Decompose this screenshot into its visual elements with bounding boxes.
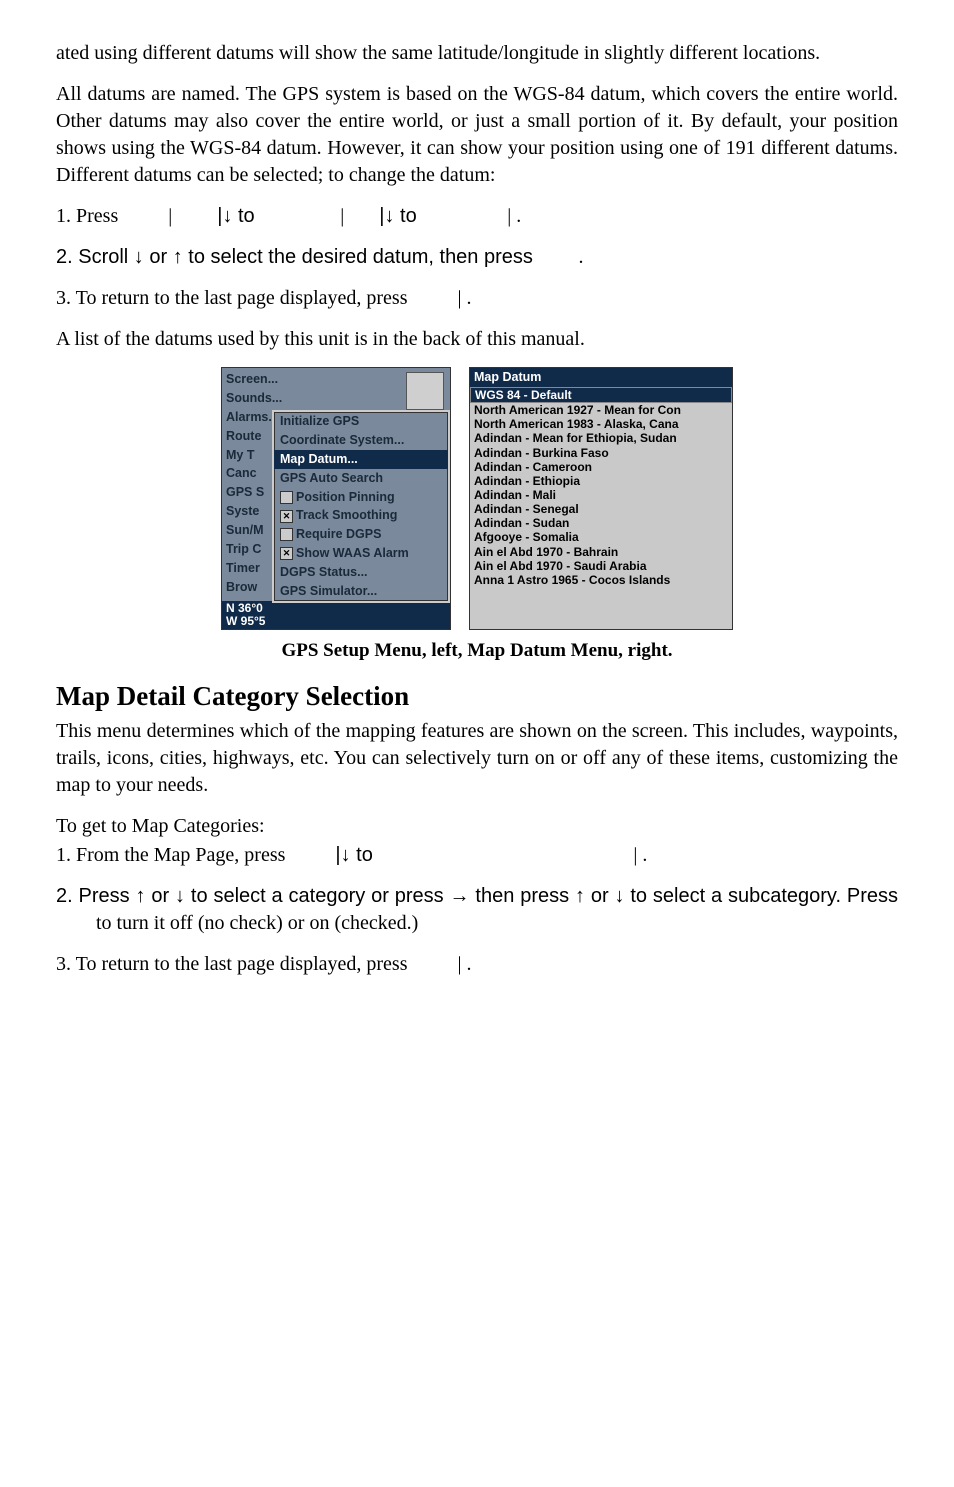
datum-list[interactable]: WGS 84 - Default North American 1927 - M… — [470, 387, 732, 629]
step-2b: 2. Press ↑ or ↓ to select a category or … — [56, 883, 898, 937]
text: |↓ to — [379, 205, 422, 227]
paragraph: ated using different datums will show th… — [56, 40, 898, 67]
step-1: 1. Press | |↓ to | |↓ to | . — [56, 203, 898, 230]
text: 2. Scroll ↓ or ↑ to select the desired d… — [56, 246, 538, 268]
map-thumbnail-icon — [406, 372, 444, 410]
text: | — [340, 205, 344, 227]
list-item[interactable]: Ain el Abd 1970 - Bahrain — [470, 545, 732, 559]
list-item[interactable]: Anna 1 Astro 1965 - Cocos Islands — [470, 573, 732, 587]
submenu-item[interactable]: ✕Track Smoothing — [274, 506, 448, 525]
coord-n: N 36°0 — [226, 602, 446, 615]
text: . — [578, 246, 583, 268]
text: 1. From the Map Page, press — [56, 844, 290, 866]
checkbox-icon[interactable] — [280, 491, 293, 504]
list-item[interactable]: Adindan - Mean for Ethiopia, Sudan — [470, 431, 732, 445]
paragraph: To get to Map Categories: — [56, 813, 898, 840]
list-item-selected[interactable]: WGS 84 - Default — [470, 387, 732, 403]
text: | . — [507, 205, 521, 227]
text: |↓ to — [217, 205, 260, 227]
submenu-item[interactable]: DGPS Status... — [274, 563, 448, 582]
text: | . — [457, 953, 471, 975]
gps-submenu: Initialize GPS Coordinate System... Map … — [272, 410, 450, 603]
step-3b: 3. To return to the last page displayed,… — [56, 951, 898, 978]
list-item[interactable]: North American 1983 - Alaska, Cana — [470, 417, 732, 431]
text: to turn it off (no check) or on (checked… — [96, 912, 418, 934]
text: 2. Press ↑ or ↓ to select a category or … — [56, 885, 898, 907]
checkbox-icon[interactable]: ✕ — [280, 510, 293, 523]
paragraph: All datums are named. The GPS system is … — [56, 81, 898, 189]
label: Position Pinning — [296, 490, 395, 504]
label: Require DGPS — [296, 527, 381, 541]
list-item[interactable]: Adindan - Ethiopia — [470, 474, 732, 488]
status-bar: N 36°0 W 95°5 — [222, 601, 450, 629]
step-3: 3. To return to the last page displayed,… — [56, 285, 898, 312]
step-1b: 1. From the Map Page, press |↓ to | . — [56, 842, 898, 869]
list-item[interactable]: Adindan - Burkina Faso — [470, 446, 732, 460]
submenu-item[interactable]: GPS Auto Search — [274, 469, 448, 488]
text: | — [168, 205, 172, 227]
checkbox-icon[interactable] — [280, 528, 293, 541]
submenu-item[interactable]: Coordinate System... — [274, 431, 448, 450]
label: Track Smoothing — [296, 508, 397, 522]
text: 3. To return to the last page displayed,… — [56, 287, 412, 309]
paragraph: This menu determines which of the mappin… — [56, 718, 898, 799]
text: 3. To return to the last page displayed,… — [56, 953, 412, 975]
submenu-item[interactable]: Require DGPS — [274, 525, 448, 544]
window-title: Map Datum — [470, 368, 732, 387]
text: 1. Press — [56, 205, 123, 227]
text: | . — [633, 844, 647, 866]
label: Show WAAS Alarm — [296, 546, 409, 560]
text: | . — [457, 287, 471, 309]
paragraph: A list of the datums used by this unit i… — [56, 326, 898, 353]
gps-setup-menu-screenshot: Screen... Sounds... Alarms... Route My T… — [221, 367, 451, 630]
figure-caption: GPS Setup Menu, left, Map Datum Menu, ri… — [56, 638, 898, 664]
submenu-item[interactable]: GPS Simulator... — [274, 582, 448, 601]
figure-row: Screen... Sounds... Alarms... Route My T… — [56, 367, 898, 630]
submenu-item-selected[interactable]: Map Datum... — [274, 450, 448, 469]
step-2: 2. Scroll ↓ or ↑ to select the desired d… — [56, 244, 898, 271]
list-item[interactable]: Adindan - Sudan — [470, 516, 732, 530]
submenu-item[interactable]: Position Pinning — [274, 488, 448, 507]
submenu-item[interactable]: ✕Show WAAS Alarm — [274, 544, 448, 563]
list-item[interactable]: Afgooye - Somalia — [470, 530, 732, 544]
submenu-item[interactable]: Initialize GPS — [274, 412, 448, 431]
list-item[interactable]: Adindan - Cameroon — [470, 460, 732, 474]
list-item[interactable]: North American 1927 - Mean for Con — [470, 403, 732, 417]
section-heading: Map Detail Category Selection — [56, 678, 898, 714]
list-item[interactable]: Adindan - Senegal — [470, 502, 732, 516]
checkbox-icon[interactable]: ✕ — [280, 547, 293, 560]
list-item[interactable]: Ain el Abd 1970 - Saudi Arabia — [470, 559, 732, 573]
coord-w: W 95°5 — [226, 615, 446, 628]
text: |↓ to — [335, 844, 378, 866]
list-item[interactable]: Adindan - Mali — [470, 488, 732, 502]
map-datum-menu-screenshot: Map Datum WGS 84 - Default North America… — [469, 367, 733, 630]
